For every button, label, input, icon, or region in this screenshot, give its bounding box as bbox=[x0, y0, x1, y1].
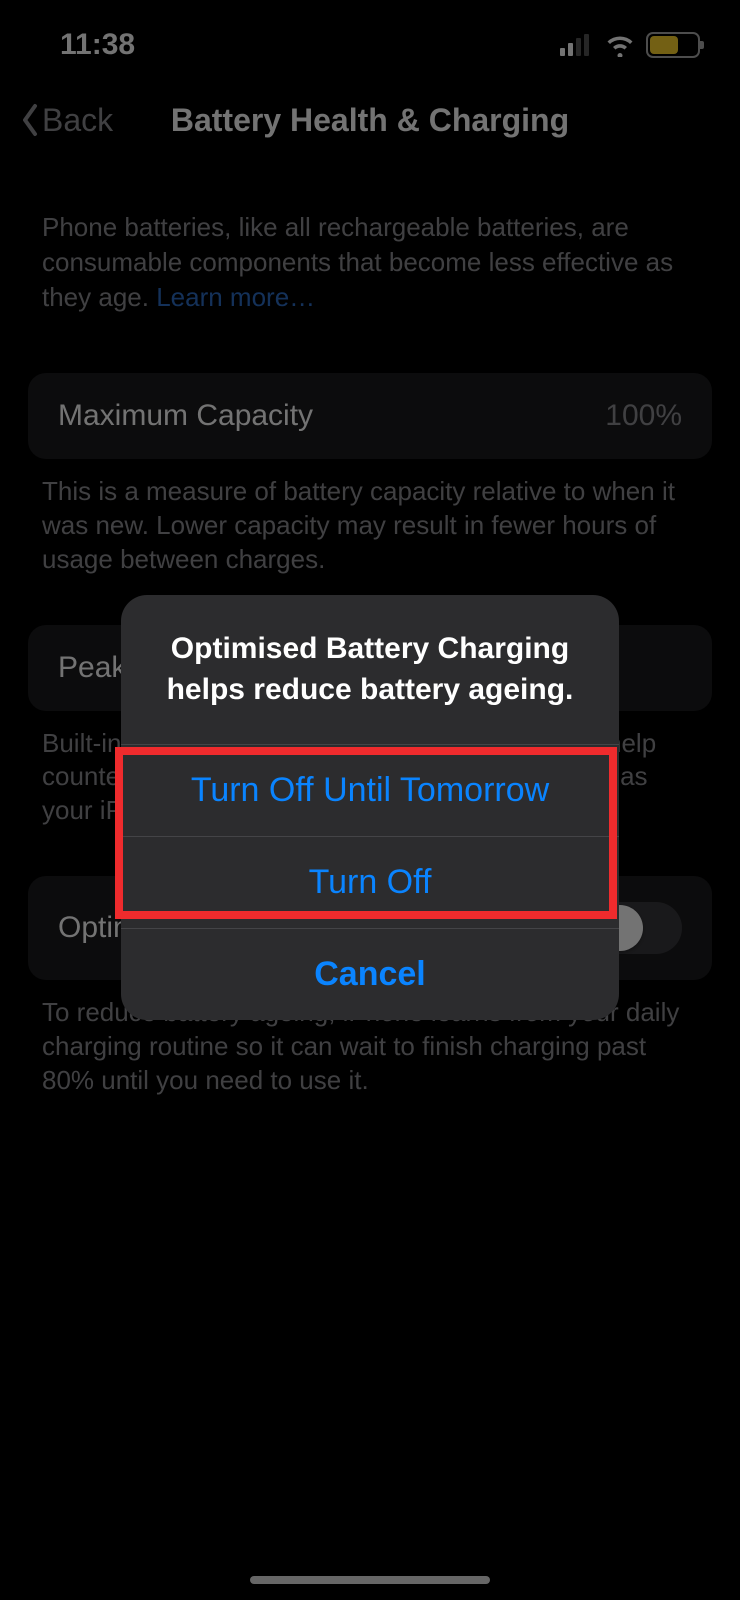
cancel-button[interactable]: Cancel bbox=[121, 928, 619, 1020]
home-indicator[interactable] bbox=[250, 1576, 490, 1584]
turn-off-button[interactable]: Turn Off bbox=[121, 836, 619, 928]
action-sheet: Optimised Battery Charging helps reduce … bbox=[121, 595, 619, 1020]
action-sheet-title: Optimised Battery Charging helps reduce … bbox=[121, 595, 619, 744]
turn-off-until-tomorrow-button[interactable]: Turn Off Until Tomorrow bbox=[121, 744, 619, 836]
